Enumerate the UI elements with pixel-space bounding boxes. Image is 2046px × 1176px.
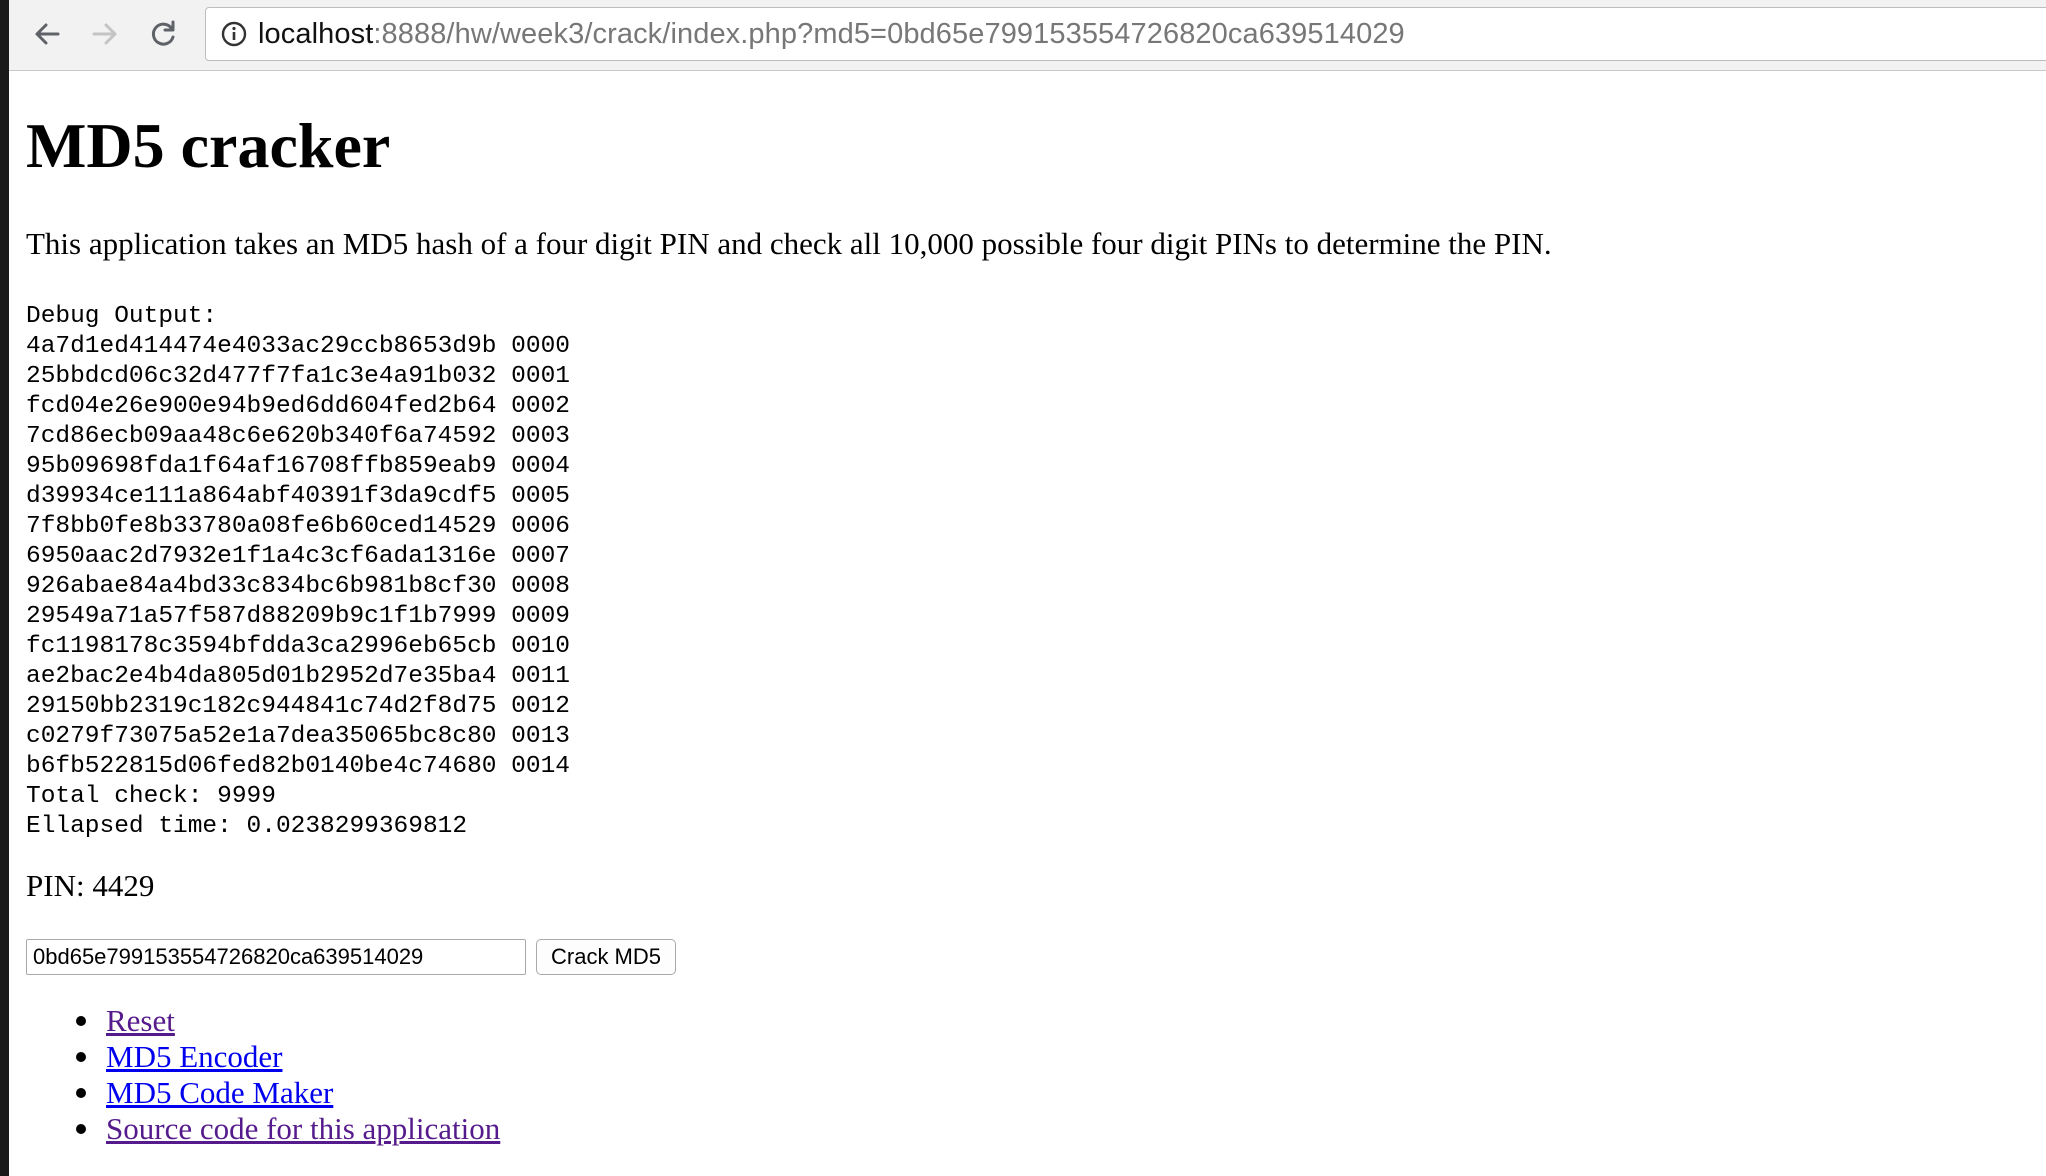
url-text[interactable]: localhost:8888/hw/week3/crack/index.php?… xyxy=(258,18,1405,51)
forward-button[interactable] xyxy=(85,14,125,54)
debug-line: 7f8bb0fe8b33780a08fe6b60ced14529 0006 xyxy=(26,513,570,540)
page-title: MD5 cracker xyxy=(26,110,391,181)
list-item: Source code for this application xyxy=(76,1111,500,1147)
info-icon[interactable] xyxy=(220,20,248,48)
pin-result: PIN: 4429 xyxy=(26,870,154,901)
debug-line: 6950aac2d7932e1f1a4c3cf6ada1316e 0007 xyxy=(26,543,570,570)
md5-encoder-link[interactable]: MD5 Encoder xyxy=(106,1039,282,1074)
debug-line: 25bbdcd06c32d477f7fa1c3e4a91b032 0001 xyxy=(26,363,570,390)
debug-output: Debug Output: 4a7d1ed414474e4033ac29ccb86… xyxy=(26,302,570,842)
debug-line: Total check: 9999 xyxy=(26,783,276,810)
page-description: This application takes an MD5 hash of a … xyxy=(26,226,1552,261)
arrow-right-icon xyxy=(92,23,117,45)
reload-button[interactable] xyxy=(143,14,183,54)
arrow-left-icon xyxy=(35,23,60,45)
reset-link[interactable]: Reset xyxy=(106,1003,175,1038)
bullet-icon xyxy=(76,1088,86,1098)
list-item: MD5 Encoder xyxy=(76,1039,500,1075)
url-path: :8888/hw/week3/crack/index.php?md5=0bd65… xyxy=(373,17,1405,50)
debug-line: fcd04e26e900e94b9ed6dd604fed2b64 0002 xyxy=(26,393,570,420)
debug-line: fc1198178c3594bfdda3ca2996eb65cb 0010 xyxy=(26,633,570,660)
md5-input[interactable] xyxy=(26,939,526,975)
debug-line: 4a7d1ed414474e4033ac29ccb8653d9b 0000 xyxy=(26,333,570,360)
back-button[interactable] xyxy=(27,14,67,54)
reload-icon xyxy=(151,20,175,46)
list-item: MD5 Code Maker xyxy=(76,1075,500,1111)
debug-line: b6fb522815d06fed82b0140be4c74680 0014 xyxy=(26,753,570,780)
debug-line: 29150bb2319c182c944841c74d2f8d75 0012 xyxy=(26,693,570,720)
debug-line: ae2bac2e4b4da805d01b2952d7e35ba4 0011 xyxy=(26,663,570,690)
md5-code-maker-link[interactable]: MD5 Code Maker xyxy=(106,1075,333,1110)
links-list: Reset MD5 Encoder MD5 Code Maker Source … xyxy=(26,1003,500,1147)
crack-md5-button[interactable]: Crack MD5 xyxy=(536,939,677,975)
url-host: localhost xyxy=(258,17,374,50)
debug-line: 7cd86ecb09aa48c6e620b340f6a74592 0003 xyxy=(26,423,570,450)
bullet-icon xyxy=(76,1052,86,1062)
window-edge xyxy=(0,0,9,1176)
pin-value: 4429 xyxy=(92,868,155,903)
source-code-link[interactable]: Source code for this application xyxy=(106,1111,500,1146)
debug-line: d39934ce111a864abf40391f3da9cdf5 0005 xyxy=(26,483,570,510)
pin-label: PIN: xyxy=(26,868,93,903)
debug-line: 926abae84a4bd33c834bc6b981b8cf30 0008 xyxy=(26,573,570,600)
list-item: Reset xyxy=(76,1003,500,1039)
browser-toolbar: localhost:8888/hw/week3/crack/index.php?… xyxy=(9,0,2046,71)
address-bar[interactable]: localhost:8888/hw/week3/crack/index.php?… xyxy=(205,7,2046,61)
crack-form: Crack MD5 xyxy=(26,939,677,975)
debug-line: 29549a71a57f587d88209b9c1f1b7999 0009 xyxy=(26,603,570,630)
bullet-icon xyxy=(76,1124,86,1134)
debug-line: c0279f73075a52e1a7dea35065bc8c80 0013 xyxy=(26,723,570,750)
bullet-icon xyxy=(76,1016,86,1026)
debug-line: Debug Output: xyxy=(26,303,218,330)
debug-line: 95b09698fda1f64af16708ffb859eab9 0004 xyxy=(26,453,570,480)
debug-line: Ellapsed time: 0.0238299369812 xyxy=(26,813,468,840)
